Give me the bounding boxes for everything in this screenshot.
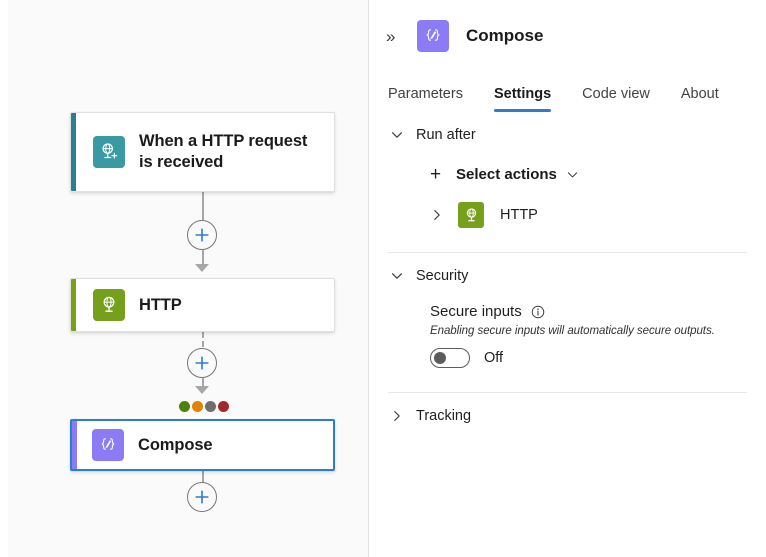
workflow-node-http[interactable]: HTTP — [70, 278, 335, 332]
compose-braces-icon — [92, 429, 124, 461]
section-run-after-title: Run after — [416, 127, 476, 143]
add-step-after-http[interactable] — [187, 348, 217, 378]
section-tracking-title: Tracking — [416, 408, 471, 424]
chevron-down-icon — [390, 269, 412, 283]
status-dot-failed — [218, 401, 229, 412]
secure-inputs-toggle-state: Off — [484, 350, 503, 366]
add-step-after-compose[interactable] — [187, 482, 217, 512]
panel-tabs: Parameters Settings Code view About — [369, 74, 766, 112]
run-after-body: + Select actions — [388, 158, 747, 236]
run-after-status-dots[interactable] — [179, 401, 229, 412]
plus-icon — [194, 489, 210, 505]
node-content: Compose — [72, 429, 333, 461]
select-actions-button[interactable]: + Select actions — [430, 158, 747, 190]
secure-inputs-description: Enabling secure inputs will automaticall… — [430, 325, 747, 337]
status-dot-succeeded — [179, 401, 190, 412]
globe-icon — [93, 289, 125, 321]
tab-parameters[interactable]: Parameters — [388, 86, 463, 112]
node-title: When a HTTP request is received — [139, 131, 324, 173]
details-panel: » Compose Parameters Settings Code view … — [369, 0, 766, 557]
node-accent-bar — [71, 279, 76, 331]
node-accent-bar — [71, 113, 76, 191]
tab-settings[interactable]: Settings — [494, 86, 551, 112]
status-dot-skipped — [205, 401, 216, 412]
secure-inputs-toggle-row: Off — [430, 348, 747, 368]
run-after-item-label: HTTP — [500, 207, 538, 223]
workflow-node-compose[interactable]: Compose — [70, 419, 335, 471]
section-tracking-header[interactable]: Tracking — [388, 393, 747, 439]
status-dot-warning — [192, 401, 203, 412]
plus-icon — [194, 227, 210, 243]
globe-icon — [458, 202, 484, 228]
toggle-knob — [434, 352, 446, 364]
tab-about[interactable]: About — [681, 86, 719, 112]
node-accent-bar — [72, 421, 77, 469]
connector-arrow-http-compose — [195, 386, 209, 394]
connector-line-after-compose — [202, 471, 204, 482]
section-tracking: Tracking — [369, 393, 766, 439]
node-title: HTTP — [139, 295, 182, 316]
chevron-down-icon — [390, 128, 412, 142]
canvas-left-gutter — [0, 0, 8, 557]
compose-braces-icon — [417, 20, 449, 52]
section-security-title: Security — [416, 268, 468, 284]
connector-arrow-trigger-http — [195, 264, 209, 272]
node-title: Compose — [138, 435, 212, 456]
add-step-after-trigger[interactable] — [187, 220, 217, 250]
plus-icon: + — [430, 165, 452, 184]
logic-app-designer: When a HTTP request is received HTTP — [0, 0, 766, 557]
section-run-after-header[interactable]: Run after — [388, 112, 747, 158]
section-security-header[interactable]: Security — [388, 253, 747, 299]
run-after-item-http[interactable]: HTTP — [430, 194, 747, 236]
collapse-panel-icon[interactable]: » — [386, 28, 408, 45]
node-content: When a HTTP request is received — [71, 131, 334, 173]
info-icon[interactable] — [531, 305, 545, 319]
workflow-node-trigger[interactable]: When a HTTP request is received — [70, 112, 335, 192]
select-actions-label: Select actions — [456, 166, 557, 183]
secure-inputs-label: Secure inputs — [430, 303, 522, 320]
workflow-canvas[interactable]: When a HTTP request is received HTTP — [0, 0, 369, 557]
chevron-down-icon — [566, 168, 579, 181]
chevron-right-icon — [430, 208, 454, 222]
section-security: Security Secure inputs Enabling secure i… — [369, 253, 766, 368]
plus-icon — [194, 355, 210, 371]
chevron-right-icon — [390, 409, 412, 423]
node-content: HTTP — [71, 289, 334, 321]
section-run-after: Run after + Select actions — [369, 112, 766, 236]
secure-inputs-label-row: Secure inputs — [430, 303, 747, 320]
tab-code-view[interactable]: Code view — [582, 86, 650, 112]
secure-inputs-field: Secure inputs Enabling secure inputs wil… — [388, 299, 747, 368]
page-title: Compose — [466, 26, 543, 46]
connector-line-trigger-http-top — [202, 192, 204, 220]
panel-header: » Compose — [369, 0, 766, 56]
globe-plus-icon — [93, 136, 125, 168]
secure-inputs-toggle[interactable] — [430, 348, 470, 368]
